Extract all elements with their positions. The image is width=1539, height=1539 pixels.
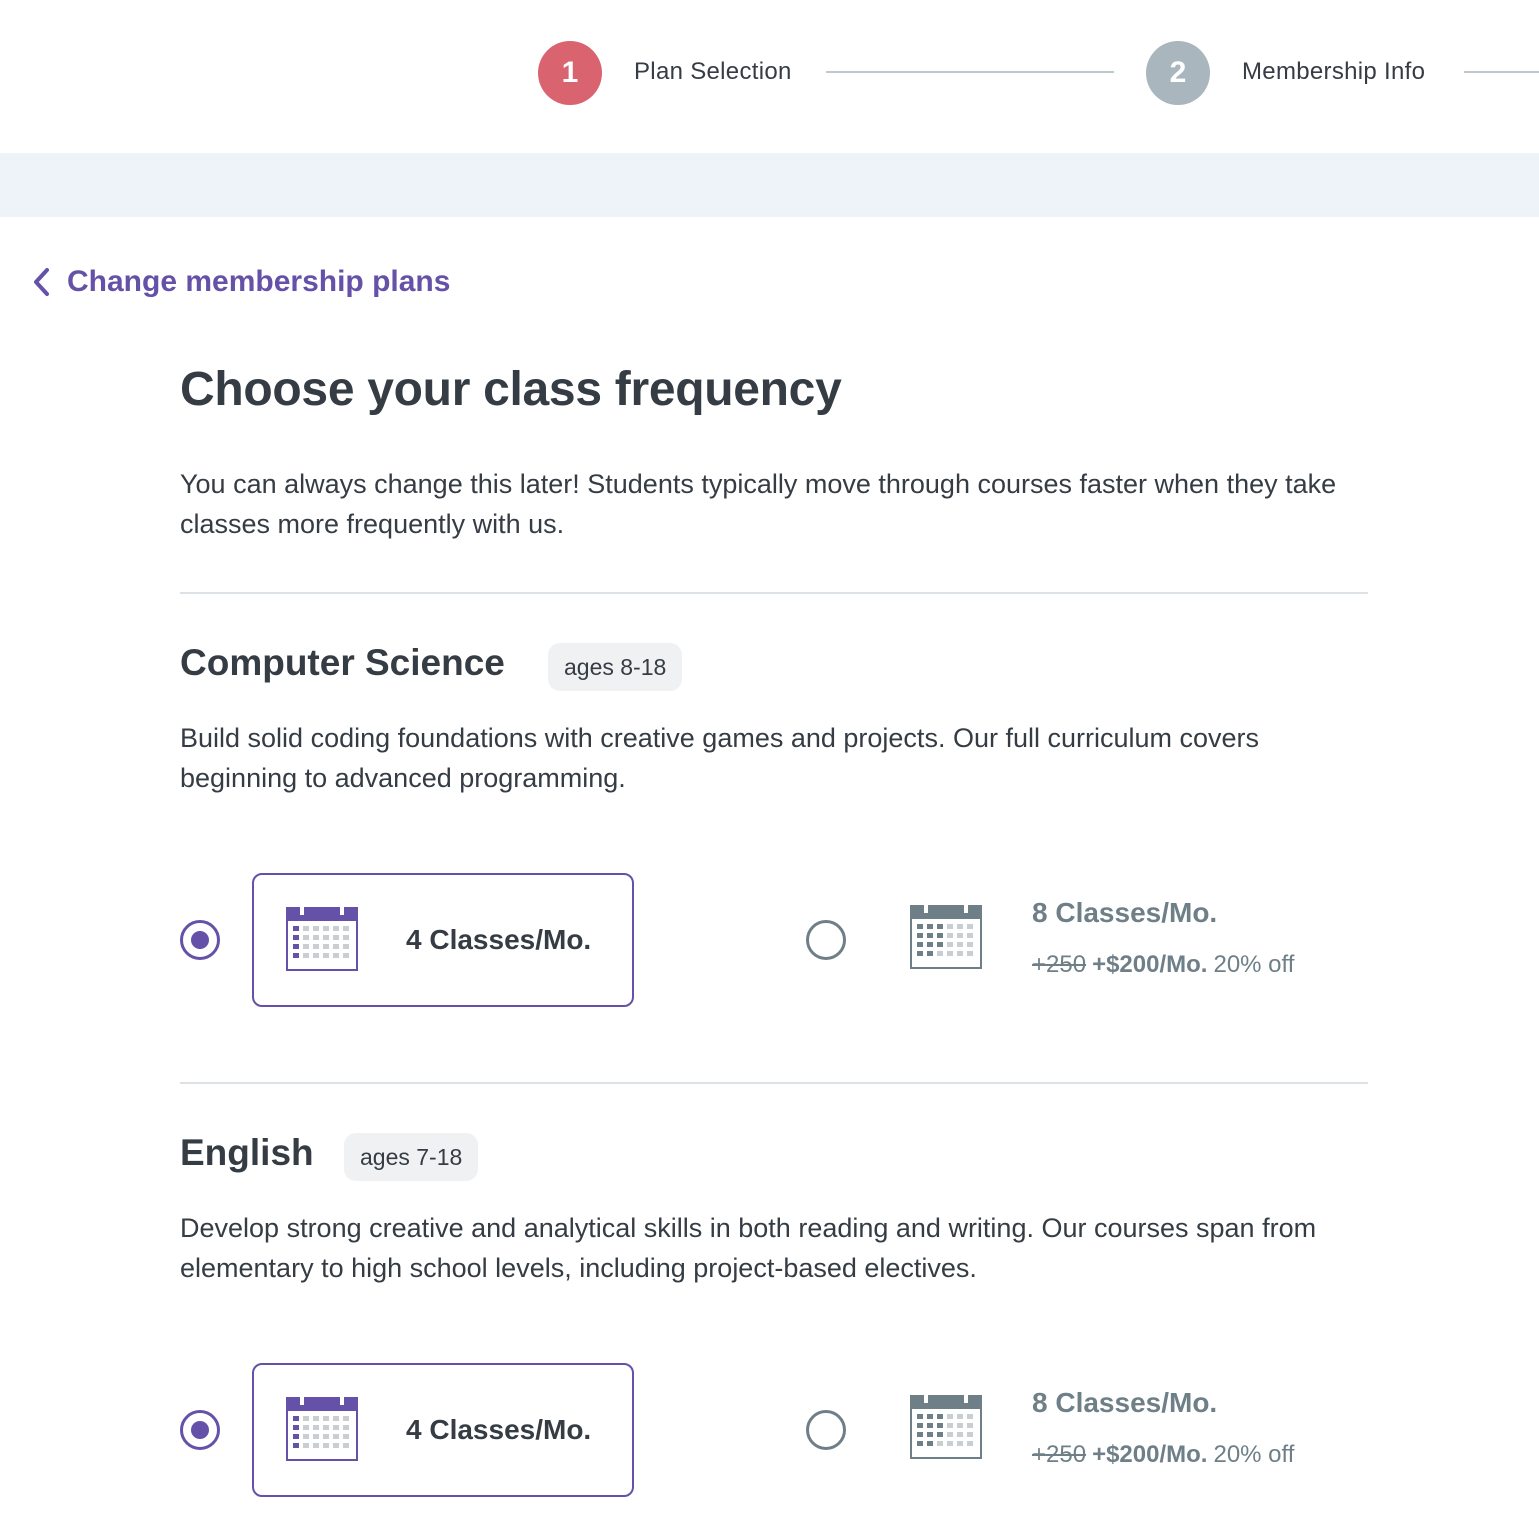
price-row: +250 +$200/Mo. 20% off [1032,1441,1294,1469]
step-connector [826,71,1114,73]
original-price: +250 [1032,1441,1087,1468]
original-price: +250 [1032,951,1087,978]
discount-label: 20% off [1213,951,1295,978]
step-1-label: Plan Selection [634,58,792,85]
option-label: 4 Classes/Mo. [406,924,592,955]
option-8-classes[interactable]: 8 Classes/Mo. +250 +$200/Mo. 20% off [900,1363,1370,1497]
option-label: 4 Classes/Mo. [406,1414,592,1445]
option-label: 8 Classes/Mo. [1032,897,1218,928]
section-divider [180,1082,1368,1084]
progress-stepper: 1 Plan Selection 2 Membership Info [0,0,1539,153]
radio-8-classes[interactable] [806,1410,846,1450]
section-divider [180,592,1368,594]
page-intro: You can always change this later! Studen… [180,469,1337,539]
option-label: 8 Classes/Mo. [1032,1387,1218,1418]
back-link-label: Change membership plans [67,265,451,298]
radio-4-classes[interactable] [180,920,220,960]
chevron-left-icon [34,268,49,296]
option-8-classes[interactable]: 8 Classes/Mo. +250 +$200/Mo. 20% off [900,873,1370,1007]
subject-title: Computer Science [180,642,505,683]
discounted-price: +$200/Mo. [1092,951,1208,978]
step-2-indicator: 2 [1146,41,1210,105]
page-title: Choose your class frequency [180,363,842,416]
step-2-label: Membership Info [1242,58,1426,85]
option-4-classes[interactable]: 4 Classes/Mo. [252,1363,634,1497]
price-row: +250 +$200/Mo. 20% off [1032,951,1294,979]
change-membership-plans-link[interactable]: Change membership plans [30,262,450,302]
discount-label: 20% off [1213,1441,1295,1468]
age-badge: ages 8-18 [548,643,683,691]
discounted-price: +$200/Mo. [1092,1441,1208,1468]
subject-description: Build solid coding foundations with crea… [180,723,1260,793]
age-badge: ages 7-18 [344,1133,479,1181]
calendar-icon [910,905,982,969]
subject-title: English [180,1132,314,1173]
calendar-icon [286,1397,358,1461]
calendar-icon [286,907,358,971]
step-connector [1464,71,1539,73]
header-band [0,153,1539,217]
option-4-classes[interactable]: 4 Classes/Mo. [252,873,634,1007]
radio-8-classes[interactable] [806,920,846,960]
radio-4-classes[interactable] [180,1410,220,1450]
subject-description: Develop strong creative and analytical s… [180,1213,1317,1283]
calendar-icon [910,1395,982,1459]
step-1-indicator: 1 [538,41,602,105]
